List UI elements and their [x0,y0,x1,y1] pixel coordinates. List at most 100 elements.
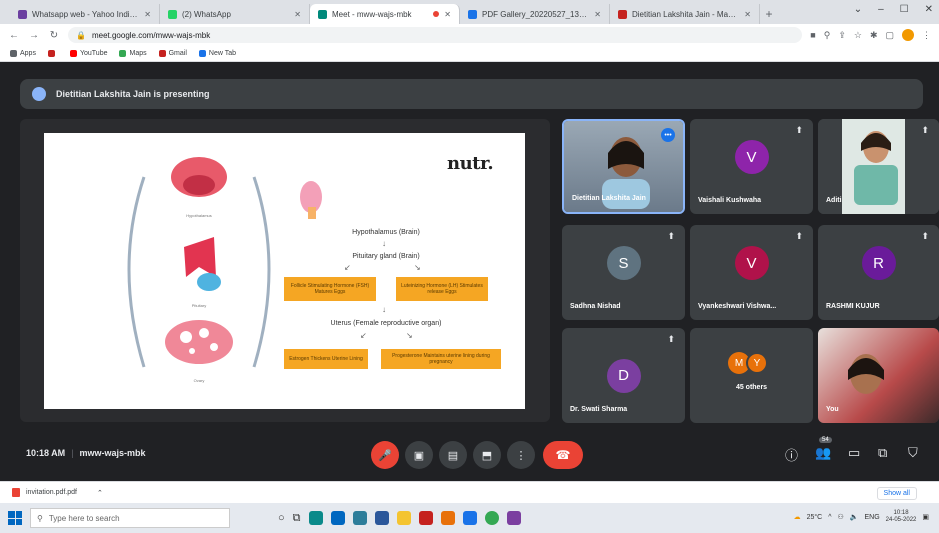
tab-title: Whatsapp web - Yahoo India Se... [32,9,139,19]
cortana-icon[interactable]: ○ [278,512,285,524]
others-tile[interactable]: M Y 45 others [690,328,813,423]
zoom-icon[interactable]: ⚲ [824,30,831,41]
participant-tile[interactable]: ⬆ V Vaishali Kushwaha [690,119,813,214]
pin-icon[interactable]: ⬆ [795,125,803,136]
reload-icon[interactable]: ↻ [48,30,60,41]
participant-tile[interactable]: ⬆ R RASHMI KUJUR [818,225,939,320]
weather-temp[interactable]: 25°C [807,514,823,521]
participant-tile[interactable]: ⬆ V Vyankeshwari Vishwa... [690,225,813,320]
task-view-icon[interactable]: ⧉ [293,512,301,525]
edge-icon[interactable] [308,511,323,525]
browser-tab[interactable]: Dietitian Lakshita Jain - Mangal... ✕ [610,4,760,24]
browser-tab[interactable]: (2) WhatsApp ✕ [160,4,310,24]
participant-tile[interactable]: ⬆ Aditi [818,119,939,214]
show-all-button[interactable]: Show all [876,487,917,500]
url-input[interactable]: 🔒 meet.google.com/mww-wajs-mbk [68,27,803,43]
pin-icon[interactable]: ⬆ [667,231,675,242]
close-tab-icon[interactable]: ✕ [444,10,451,19]
meeting-details-icon[interactable]: ⓘ [785,445,798,464]
lang-indicator[interactable]: ENG [865,514,880,521]
captions-button[interactable]: ▤ [439,441,467,469]
participant-tile[interactable]: ⬆ D Dr. Swati Sharma [562,328,685,423]
profile-avatar[interactable] [902,29,914,41]
forward-icon[interactable]: → [28,30,40,41]
close-tab-icon[interactable]: ✕ [594,10,601,19]
bookmark-apps[interactable]: Apps [10,50,36,57]
new-tab-button[interactable]: + [760,4,778,24]
address-bar-row: ← → ↻ 🔒 meet.google.com/mww-wajs-mbk ■ ⚲… [0,24,939,46]
camera-button[interactable]: ▣ [405,441,433,469]
reproductive-cycle-diagram: Hypothalamus Pituitary Ovary [127,157,271,383]
flow-step-pituitary: Pituitary gland (Brain) [352,253,420,260]
minimize-button[interactable]: – [878,4,884,15]
activities-icon[interactable]: ⧉ [878,445,887,461]
close-tab-icon[interactable]: ✕ [144,10,151,19]
volume-icon[interactable]: 🔈 [850,513,859,521]
bookmark-maps[interactable]: Maps [119,50,147,57]
chat-icon[interactable]: ▭ [848,445,860,461]
antivirus-icon[interactable] [418,511,433,525]
participant-tile-presenter[interactable]: ••• Dietitian Lakshita Jain [562,119,685,214]
presenting-text: Dietitian Lakshita Jain is presenting [56,89,210,99]
search-icon: ⚲ [37,513,43,523]
bookmark-youtube[interactable]: YouTube [69,50,107,57]
participant-name: Dietitian Lakshita Jain [572,195,646,202]
pin-icon[interactable]: ⬆ [921,231,929,242]
camera-indicator-icon[interactable]: ■ [810,30,815,40]
weather-icon[interactable]: ☁ [794,513,801,521]
close-tab-icon[interactable]: ✕ [744,10,751,19]
store-icon[interactable] [330,511,345,525]
app-icon[interactable] [506,511,521,525]
tray-chevron-icon[interactable]: ^ [828,514,831,521]
browser-tab[interactable]: Whatsapp web - Yahoo India Se... ✕ [10,4,160,24]
notifications-icon[interactable]: ▣ [922,513,929,521]
pin-icon[interactable]: ⬆ [921,125,929,136]
star-icon[interactable]: ☆ [854,30,862,41]
leave-call-button[interactable]: ☎ [543,441,583,469]
extensions-icon[interactable]: ✱ [870,30,878,41]
present-button[interactable]: ⬒ [473,441,501,469]
download-options-icon[interactable]: ⌃ [97,489,103,497]
host-controls-icon[interactable]: ⛉ [908,445,918,461]
pituitary-label: Pituitary [192,303,206,308]
network-icon[interactable]: ⚇ [838,513,844,521]
clock[interactable]: 10:18 24-05-2022 [886,510,917,524]
pin-icon[interactable]: ⬆ [667,334,675,345]
flow-step-hypothalamus: Hypothalamus (Brain) [352,229,420,236]
tab-search-icon[interactable]: ⌄ [854,4,862,15]
self-video-tile[interactable]: You [818,328,939,423]
close-window-button[interactable]: ✕ [925,4,933,15]
uterus-icon [300,181,322,219]
sidebar-icon[interactable]: ▢ [885,30,894,41]
bookmark-label: Gmail [168,50,187,57]
more-options-icon[interactable]: ••• [661,128,675,142]
close-tab-icon[interactable]: ✕ [294,10,301,19]
maximize-button[interactable]: ☐ [900,4,909,15]
explorer-icon[interactable] [352,511,367,525]
bookmark-new-tab[interactable]: New Tab [198,50,236,57]
back-icon[interactable]: ← [8,30,20,41]
meeting-info: 10:18 AM | mww-wajs-mbk [26,448,146,458]
app-icon[interactable] [440,511,455,525]
app-icon[interactable] [462,511,477,525]
share-icon[interactable]: ⇪ [838,30,846,41]
word-icon[interactable] [374,511,389,525]
mic-off-button[interactable]: 🎤 [371,441,399,469]
participant-face-graphic [854,131,898,205]
people-button[interactable]: 54 👥 [815,437,832,461]
taskbar-search-input[interactable]: ⚲ Type here to search [30,508,230,528]
chrome-taskbar-icon[interactable] [484,511,499,525]
pituitary-gland [197,273,221,291]
bookmark-gmail-small[interactable] [47,50,58,57]
download-filename[interactable]: invitation.pdf.pdf [26,489,77,496]
menu-icon[interactable]: ⋮ [922,30,931,41]
participant-tile[interactable]: ⬆ S Sadhna Nishad [562,225,685,320]
more-options-button[interactable]: ⋮ [507,441,535,469]
browser-tab-active[interactable]: Meet - mww-wajs-mbk ✕ [310,4,460,24]
bookmark-gmail[interactable]: Gmail [158,50,187,57]
cycle-arrow-left [127,176,146,368]
files-icon[interactable] [396,511,411,525]
windows-start-icon[interactable] [8,511,22,525]
browser-tab[interactable]: PDF Gallery_20220527_134511... ✕ [460,4,610,24]
pin-icon[interactable]: ⬆ [795,231,803,242]
